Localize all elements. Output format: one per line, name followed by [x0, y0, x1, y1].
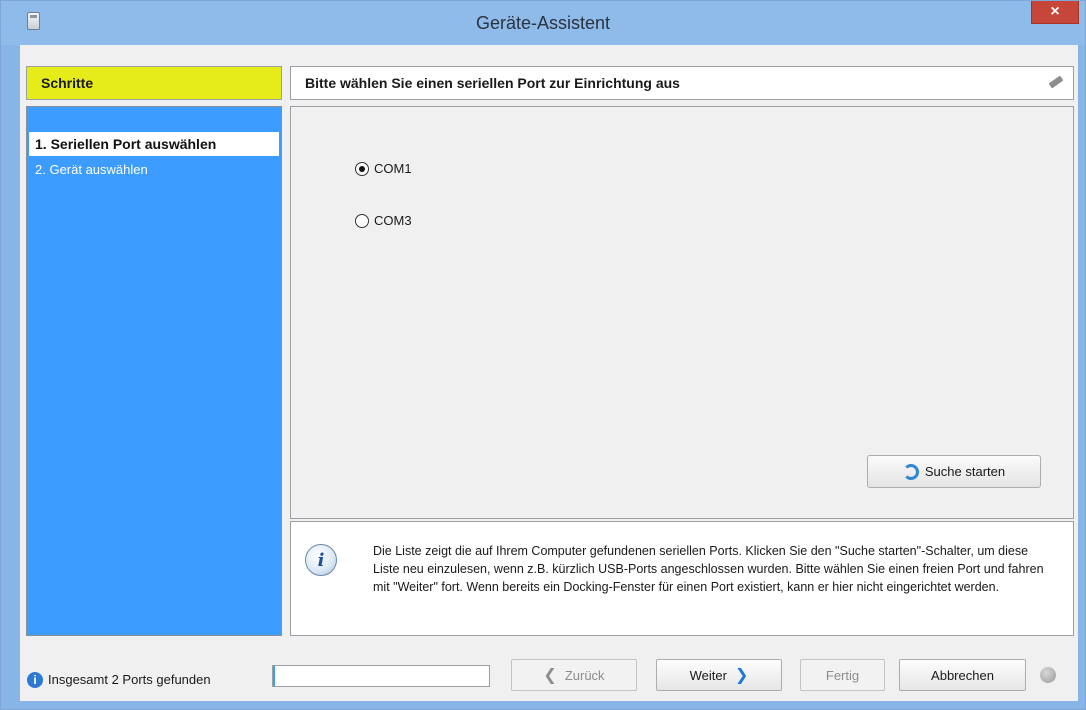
- port-label-com1: COM1: [374, 161, 412, 176]
- steps-panel: 1. Seriellen Port auswählen 2. Gerät aus…: [26, 106, 282, 636]
- arrow-right-icon: ❯: [734, 667, 749, 684]
- content-header: Bitte wählen Sie einen seriellen Port zu…: [290, 66, 1074, 100]
- port-selection-area: COM1 COM3 Suche starten: [290, 106, 1074, 519]
- progress-bar: [272, 665, 490, 687]
- finish-button-label: Fertig: [825, 667, 860, 683]
- wizard-client-area: Schritte 1. Seriellen Port auswählen 2. …: [20, 45, 1078, 701]
- status-info-icon: i: [27, 672, 43, 688]
- finish-button[interactable]: Fertig: [800, 659, 885, 691]
- port-option-com3[interactable]: COM3: [355, 213, 412, 228]
- next-button[interactable]: Weiter ❯: [656, 659, 782, 691]
- content-title: Bitte wählen Sie einen seriellen Port zu…: [305, 75, 680, 91]
- status-text: Insgesamt 2 Ports gefunden: [48, 672, 211, 687]
- step-item-select-device: 2. Gerät auswählen: [35, 162, 148, 177]
- radio-com3[interactable]: [355, 213, 369, 228]
- next-button-label: Weiter: [689, 667, 727, 683]
- search-button[interactable]: Suche starten: [867, 455, 1041, 488]
- cancel-button-label: Abbrechen: [931, 667, 994, 683]
- close-icon: ×: [1050, 3, 1060, 20]
- step-item-select-port: 1. Seriellen Port auswählen: [29, 132, 279, 156]
- title-bar: Geräte-Assistent ×: [1, 1, 1085, 45]
- radio-com1[interactable]: [355, 161, 369, 176]
- port-label-com3: COM3: [374, 213, 412, 228]
- status-dot-icon: [1040, 667, 1056, 683]
- info-text: Die Liste zeigt die auf Ihrem Computer g…: [373, 544, 1044, 594]
- search-button-label: Suche starten: [924, 464, 1006, 479]
- back-button-label: Zurück: [564, 667, 605, 683]
- window-title: Geräte-Assistent: [475, 13, 611, 33]
- back-button[interactable]: ❮ Zurück: [511, 659, 637, 691]
- close-button[interactable]: ×: [1031, 1, 1079, 24]
- info-box: i Die Liste zeigt die auf Ihrem Computer…: [290, 521, 1074, 636]
- progress-fill: [273, 666, 276, 686]
- cancel-button[interactable]: Abbrechen: [899, 659, 1026, 691]
- arrow-left-icon: ❮: [543, 667, 557, 684]
- steps-header: Schritte: [26, 66, 282, 100]
- pencil-icon: [1048, 75, 1064, 89]
- info-icon: i: [305, 544, 337, 576]
- wizard-window: Geräte-Assistent × Schritte 1. Seriellen…: [0, 0, 1086, 710]
- port-option-com1[interactable]: COM1: [355, 161, 412, 176]
- refresh-icon: [902, 463, 919, 480]
